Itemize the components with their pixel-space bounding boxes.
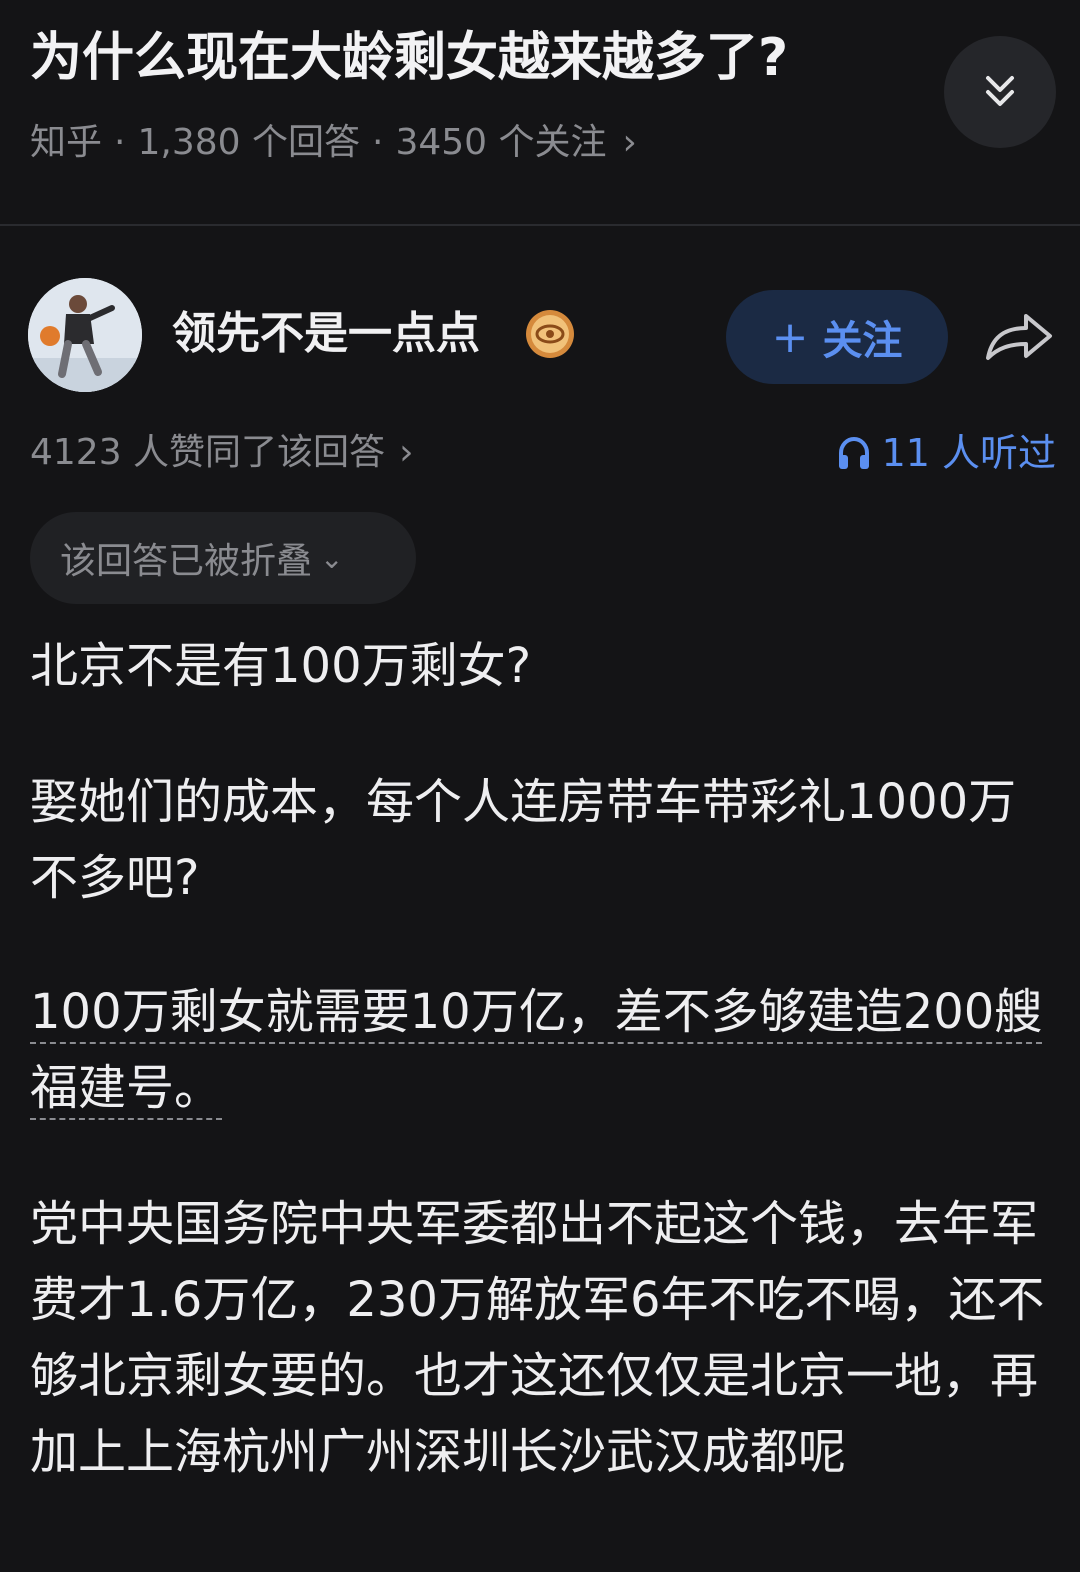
folded-label: 该回答已被折叠 [60, 541, 313, 582]
meta-separator: · [371, 122, 384, 163]
follow-button[interactable]: + 关注 [726, 290, 948, 384]
meta-separator: · [114, 122, 126, 163]
avatar-image [28, 278, 142, 392]
answer-paragraph: 党中央国务院中央军委都出不起这个钱，去年军费才1.6万亿，230万解放军6年不吃… [30, 1196, 1045, 1480]
answer-paragraph: 北京不是有100万剩女? [30, 638, 532, 694]
highlighted-text[interactable]: 100万剩女就需要10万亿，差不多够建造200艘福建号。 [30, 984, 1042, 1116]
upvote-count[interactable]: 4123 人赞同了该回答 › [30, 428, 413, 478]
follower-count: 3450 个关注 [395, 122, 607, 163]
upvote-text: 4123 人赞同了该回答 [30, 432, 386, 473]
question-header: 为什么现在大龄剩女越来越多了? 知乎 · 1,380 个回答 · 3450 个关注 › [0, 0, 1080, 226]
expand-button[interactable] [944, 36, 1056, 148]
headphones-icon [838, 436, 869, 469]
follow-label: 关注 [822, 318, 903, 364]
answer-paragraph: 100万剩女就需要10万亿，差不多够建造200艘福建号。 [30, 974, 1060, 1126]
chevron-right-icon: › [399, 432, 414, 473]
plus-icon: + [771, 311, 809, 363]
question-meta[interactable]: 知乎 · 1,380 个回答 · 3450 个关注 › [30, 118, 637, 168]
divider [0, 224, 1080, 226]
answer-paragraph: 娶她们的成本，每个人连房带车带彩礼1000万不多吧? [30, 774, 1017, 906]
double-chevron-down-icon [986, 76, 1014, 106]
question-title[interactable]: 为什么现在大龄剩女越来越多了? [30, 24, 930, 92]
answer-count: 1,380 个回答 [137, 122, 360, 163]
avatar[interactable] [28, 278, 142, 392]
author-name[interactable]: 领先不是一点点 [172, 304, 480, 364]
listen-count[interactable]: 11 人听过 [836, 428, 1056, 478]
share-arrow-icon[interactable] [982, 306, 1056, 366]
listen-text: 11 人听过 [881, 431, 1056, 475]
eye-badge-icon [526, 310, 574, 358]
source-label: 知乎 [30, 122, 103, 163]
chevron-down-icon: ⌄ [320, 541, 344, 575]
folded-notice[interactable]: 该回答已被折叠 ⌄ [30, 512, 416, 604]
chevron-right-icon: › [622, 122, 637, 163]
